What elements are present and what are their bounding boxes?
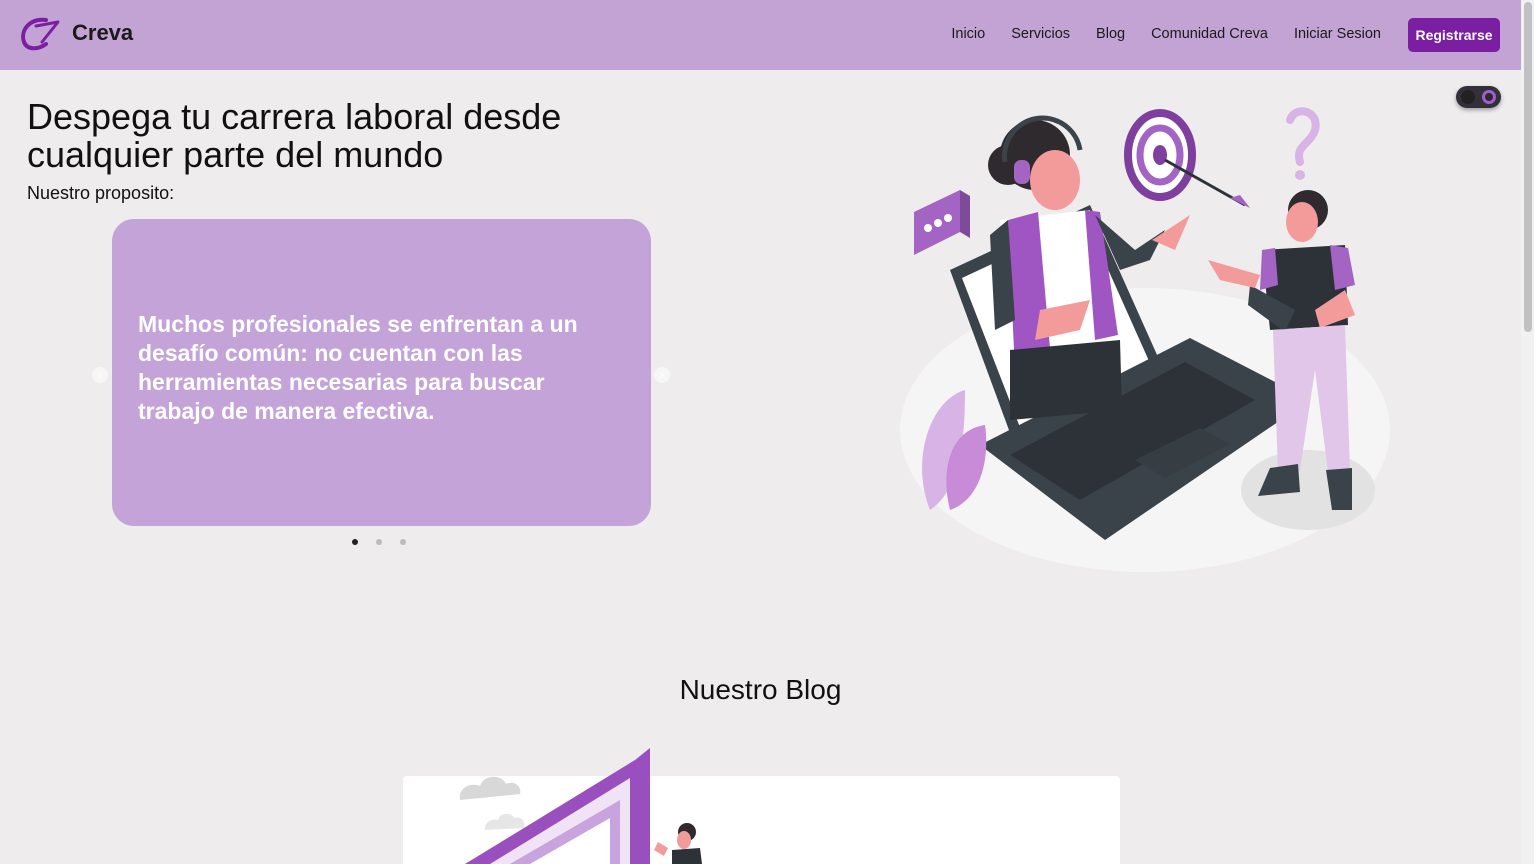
blog-section-title: Nuestro Blog xyxy=(679,674,842,705)
toggle-knob xyxy=(1482,90,1496,104)
brand-name: Creva xyxy=(72,20,134,45)
top-navbar: Creva Inicio Servicios Blog Comunidad Cr… xyxy=(0,0,1521,70)
hero-illustration xyxy=(900,107,1390,572)
carousel-dot[interactable] xyxy=(352,539,358,545)
carousel-indicators xyxy=(352,539,406,545)
nav-link-inicio[interactable]: Inicio xyxy=(951,26,985,42)
nav-link-comunidad[interactable]: Comunidad Creva xyxy=(1151,26,1268,42)
nav-link-blog[interactable]: Blog xyxy=(1096,26,1125,42)
blog-card-illustration xyxy=(459,748,702,864)
purpose-carousel-slide: Muchos profesionales se enfrentan a un d… xyxy=(112,219,651,526)
creva-logo-icon xyxy=(21,17,60,51)
carousel-dot[interactable] xyxy=(376,539,382,545)
nav-link-servicios[interactable]: Servicios xyxy=(1011,26,1070,42)
page-scrollbar[interactable] xyxy=(1521,0,1534,864)
nav-links: Inicio Servicios Blog Comunidad Creva In… xyxy=(925,26,1381,42)
theme-toggle[interactable] xyxy=(1456,86,1501,108)
carousel-dot[interactable] xyxy=(400,539,406,545)
hero-title: Despega tu carrera laboral desde cualqui… xyxy=(27,96,562,175)
hero-subtitle: Nuestro proposito: xyxy=(27,183,175,203)
chevron-right-icon[interactable]: › xyxy=(654,367,670,383)
chevron-left-icon[interactable]: ‹ xyxy=(92,367,108,383)
brand-logo[interactable]: Creva xyxy=(20,16,133,54)
carousel-slide-text: Muchos profesionales se enfrentan a un d… xyxy=(138,310,578,424)
nav-link-login[interactable]: Iniciar Sesion xyxy=(1294,26,1381,42)
register-button[interactable]: Registrarse xyxy=(1408,18,1500,52)
scrollbar-thumb[interactable] xyxy=(1524,2,1532,332)
moon-icon xyxy=(1461,90,1475,104)
